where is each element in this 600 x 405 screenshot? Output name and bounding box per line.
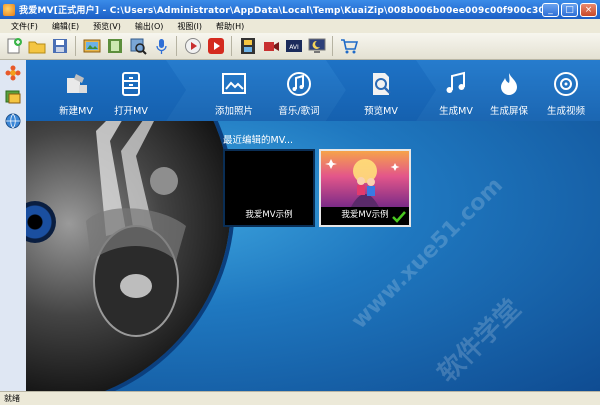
video-camera-button[interactable] (260, 36, 281, 57)
microphone-icon (155, 39, 167, 54)
menu-bar: 文件(F) 编辑(E) 预览(V) 输出(O) 视图(I) 帮助(H) (0, 19, 600, 33)
sidebar-globe-button[interactable] (2, 110, 24, 132)
app-icon (3, 3, 15, 16)
add-film-button[interactable] (104, 36, 125, 57)
new-icon (7, 38, 22, 54)
photo-list-icon (5, 90, 21, 104)
nav-music-lyrics[interactable]: 音乐/歌词 (264, 64, 334, 117)
guitar-player-image (86, 121, 186, 337)
window-controls: _ □ × (542, 2, 597, 17)
open-mv-icon (116, 69, 146, 99)
screensaver-icon (308, 38, 325, 53)
check-icon (392, 211, 406, 223)
music-lyrics-icon (284, 69, 314, 99)
music-note-icon (441, 69, 471, 99)
svg-text:AVI: AVI (289, 44, 299, 51)
add-photo-icon (83, 39, 100, 53)
new-mv-icon (61, 69, 91, 99)
nav-generate-video[interactable]: 生成视频 (531, 64, 600, 117)
shopping-cart-icon (340, 39, 358, 54)
recent-item[interactable]: 我爱MV示例 (319, 149, 411, 227)
nav-generate-video-label: 生成视频 (546, 106, 585, 117)
flower-icon (5, 65, 21, 81)
window-title: 我爱MV[正式用户] - C:\Users\Administrator\AppD… (19, 6, 542, 16)
close-button[interactable]: × (580, 2, 597, 17)
recent-item-label: 我爱MV示例 (245, 210, 293, 220)
main-panel: 最近编辑的MV... 我爱MV示例 我爱MV示例 www.xue51.com 软… (26, 121, 600, 391)
new-button[interactable] (3, 36, 24, 57)
disc-icon (551, 69, 581, 99)
menu-preview[interactable]: 预览(V) (86, 21, 128, 32)
nav-add-photo-label: 添加照片 (214, 106, 253, 117)
nav-open-mv-label: 打开MV (114, 106, 148, 117)
maximize-button[interactable]: □ (561, 2, 578, 17)
open-button[interactable] (26, 36, 47, 57)
avi-button[interactable]: AVI (283, 36, 304, 57)
microphone-button[interactable] (150, 36, 171, 57)
save-icon (52, 39, 67, 53)
recent-item[interactable]: 我爱MV示例 (223, 149, 315, 227)
record-icon (184, 38, 201, 54)
add-film-icon (107, 39, 122, 53)
nav-preview-mv-label: 预览MV (364, 106, 398, 117)
menu-view[interactable]: 视图(I) (170, 21, 209, 32)
nav-open-mv[interactable]: 打开MV (96, 64, 166, 117)
shopping-cart-button[interactable] (338, 36, 359, 57)
toolbar-separator (75, 36, 76, 56)
nav-band: 新建MV 打开MV 添加照片 音乐/歌词 预览MV 生成MV 生成屏保 生成视频 (26, 60, 600, 121)
screensaver-button[interactable] (306, 36, 327, 57)
toolbar-separator (332, 36, 333, 56)
play-icon (207, 38, 224, 54)
video-camera-icon (263, 42, 279, 51)
recent-item-thumbnail (321, 151, 409, 207)
watermark-brand: 软件学堂 (432, 293, 528, 389)
globe-icon (5, 113, 21, 129)
minimize-button[interactable]: _ (542, 2, 559, 17)
add-photo-icon (219, 69, 249, 99)
nav-music-lyrics-label: 音乐/歌词 (278, 106, 320, 117)
title-bar: 我爱MV[正式用户] - C:\Users\Administrator\AppD… (0, 0, 600, 19)
preview-icon (366, 69, 396, 99)
toolbar: AVI (0, 33, 600, 60)
toolbar-separator (176, 36, 177, 56)
film-strip-button[interactable] (237, 36, 258, 57)
nav-preview-mv[interactable]: 预览MV (346, 64, 416, 117)
status-text: 就绪 (4, 394, 20, 403)
image-search-icon (130, 38, 147, 55)
menu-help[interactable]: 帮助(H) (209, 21, 251, 32)
image-search-button[interactable] (127, 36, 148, 57)
nav-add-photo[interactable]: 添加照片 (199, 64, 269, 117)
add-photo-button[interactable] (81, 36, 102, 57)
film-strip-icon (240, 38, 255, 54)
left-sidebar (0, 60, 27, 391)
sidebar-flower-button[interactable] (2, 62, 24, 84)
avi-icon: AVI (285, 40, 302, 52)
menu-edit[interactable]: 编辑(E) (45, 21, 86, 32)
sidebar-photo-list-button[interactable] (2, 86, 24, 108)
flame-icon (494, 69, 524, 99)
play-button[interactable] (205, 36, 226, 57)
status-bar: 就绪 (0, 391, 600, 405)
record-button[interactable] (182, 36, 203, 57)
toolbar-separator (231, 36, 232, 56)
menu-output[interactable]: 输出(O) (128, 21, 171, 32)
recent-title: 最近编辑的MV... (223, 135, 294, 146)
open-folder-icon (28, 41, 45, 54)
menu-file[interactable]: 文件(F) (4, 21, 45, 32)
save-button[interactable] (49, 36, 70, 57)
